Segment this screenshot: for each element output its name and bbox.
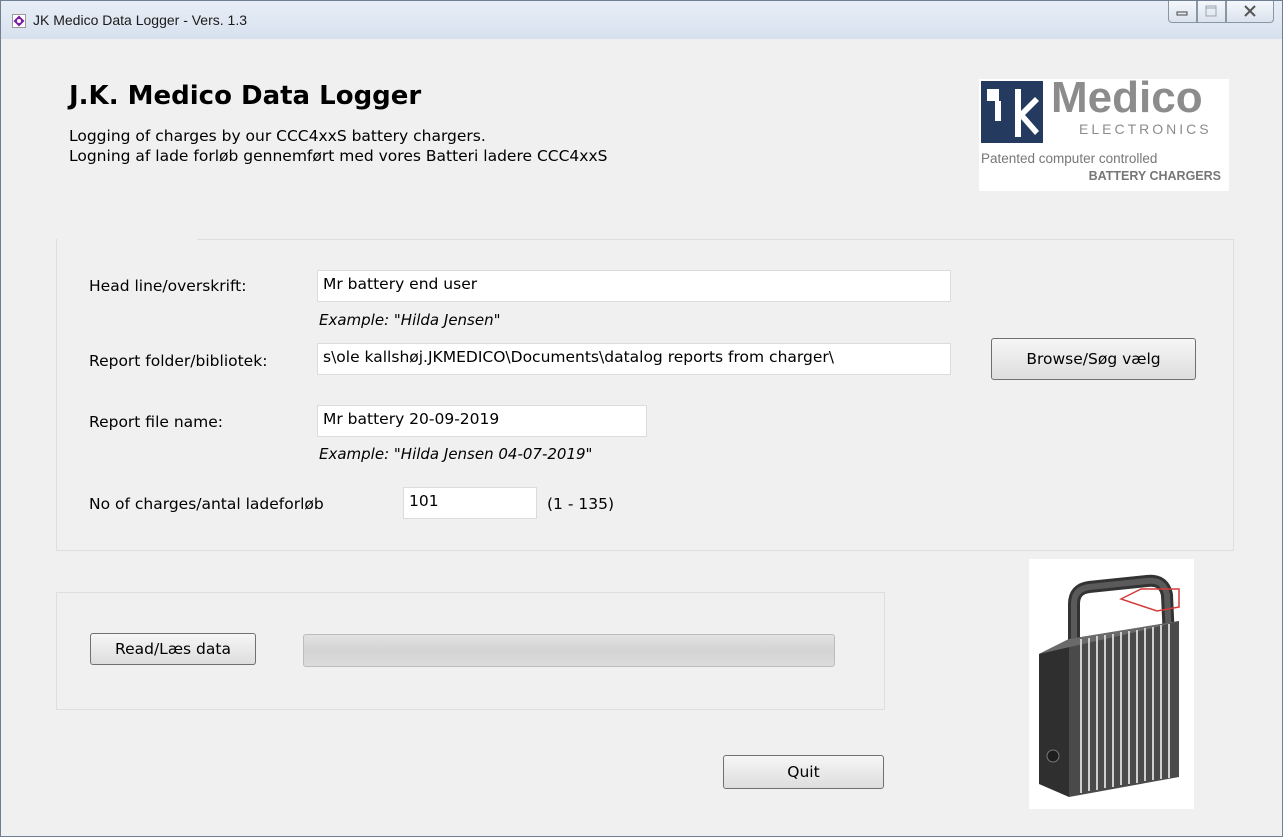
main-content: J.K. Medico Data Logger Logging of charg… <box>9 39 1273 828</box>
close-button[interactable] <box>1226 1 1274 23</box>
maximize-button[interactable] <box>1197 1 1226 23</box>
folder-input[interactable]: s\ole kallshøj.JKMEDICO\Documents\datalo… <box>317 343 951 375</box>
page-title: J.K. Medico Data Logger <box>69 81 422 111</box>
filename-example: Example: "Hilda Jensen 04-07-2019" <box>319 445 593 463</box>
window-title: JK Medico Data Logger - Vers. 1.3 <box>33 12 247 28</box>
headline-input[interactable]: Mr battery end user <box>317 270 951 302</box>
app-window: JK Medico Data Logger - Vers. 1.3 J.K. M… <box>0 0 1283 837</box>
headline-example: Example: "Hilda Jensen" <box>319 311 501 329</box>
logo-brand: Medico <box>1051 73 1203 122</box>
charges-range: (1 - 135) <box>547 495 614 513</box>
subtitle-danish: Logning af lade forløb gennemført med vo… <box>69 147 608 165</box>
headline-label: Head line/overskrift: <box>89 277 247 295</box>
minimize-button[interactable] <box>1168 1 1197 23</box>
logo-tagline-1: Patented computer controlled <box>981 151 1158 166</box>
battery-charger-image <box>1029 559 1194 809</box>
read-data-button[interactable]: Read/Læs data <box>90 633 256 665</box>
quit-button[interactable]: Quit <box>723 755 884 789</box>
read-progress-bar <box>303 634 835 667</box>
window-controls <box>1168 1 1274 23</box>
app-icon <box>12 14 26 28</box>
title-bar: JK Medico Data Logger - Vers. 1.3 <box>1 1 1282 39</box>
charges-input[interactable]: 101 <box>403 487 537 519</box>
filename-label: Report file name: <box>89 413 224 431</box>
subtitle-english: Logging of charges by our CCC4xxS batter… <box>69 127 486 145</box>
charges-label: No of charges/antal ladeforløb <box>89 495 324 513</box>
panel-top-edge-fill <box>57 238 197 241</box>
logo-sub: ELECTRONICS <box>1079 121 1212 137</box>
filename-input[interactable]: Mr battery 20-09-2019 <box>317 405 647 437</box>
close-icon <box>1244 5 1256 17</box>
logo-mark-icon <box>981 81 1043 143</box>
maximize-icon <box>1205 5 1217 17</box>
browse-button[interactable]: Browse/Søg vælg <box>991 338 1196 380</box>
minimize-icon <box>1176 11 1188 16</box>
folder-label: Report folder/bibliotek: <box>89 352 268 370</box>
logo-tagline-2: BATTERY CHARGERS <box>1088 169 1221 183</box>
battery-charger-illustration <box>1039 574 1180 797</box>
company-logo: Medico ELECTRONICS Patented computer con… <box>979 73 1229 191</box>
